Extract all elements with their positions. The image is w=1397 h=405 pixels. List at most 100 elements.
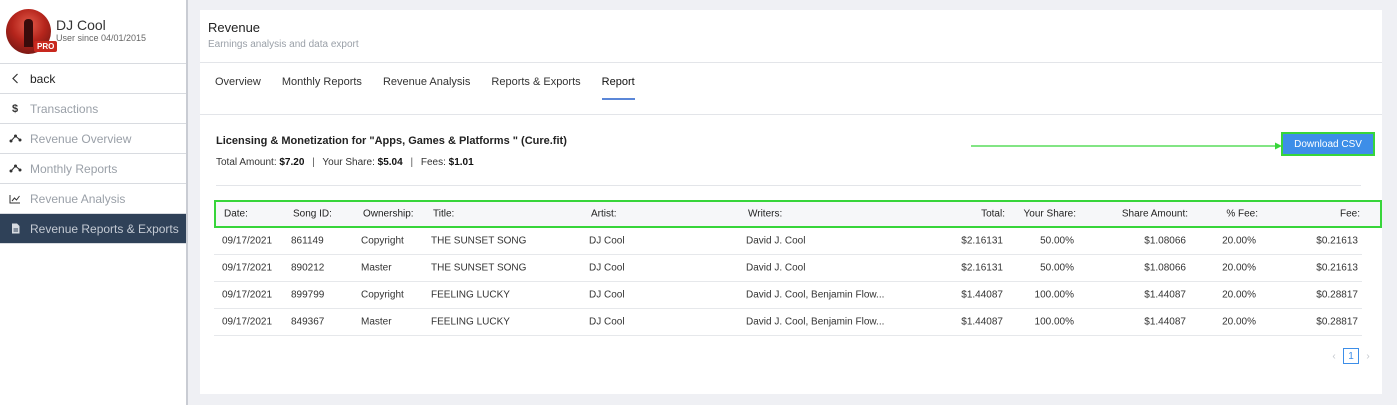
cell-title: THE SUNSET SONG [431,235,527,247]
pagination-next-button[interactable]: › [1362,351,1374,362]
your-share-value: $5.04 [377,157,403,168]
document-icon [8,223,22,234]
separator: | [312,157,315,168]
cell-artist: DJ Cool [589,235,625,247]
cell-your-share: 50.00% [1040,262,1074,274]
sidebar-item-revenue-overview[interactable]: Revenue Overview [0,124,186,154]
cell-title: FEELING LUCKY [431,316,510,328]
pro-badge: PRO [34,41,58,52]
divider [216,185,1361,186]
line-chart-icon [8,194,22,204]
cell-share-amount: $1.44087 [1144,316,1186,328]
total-amount-label: Total Amount: [216,157,277,168]
sidebar-item-label: Monthly Reports [30,161,118,176]
pagination-page-1[interactable]: 1 [1343,348,1359,364]
cell-writers: David J. Cool [746,262,806,274]
tab-monthly-reports[interactable]: Monthly Reports [282,76,362,100]
cell-share-amount: $1.08066 [1144,262,1186,274]
cell-pct-fee: 20.00% [1222,235,1256,247]
cell-song-id: 890212 [291,262,325,274]
table-row: 09/17/2021 890212 Master THE SUNSET SONG… [214,255,1362,282]
back-button[interactable]: back [0,64,186,94]
page-subtitle: Earnings analysis and data export [208,39,359,50]
header-writers[interactable]: Writers: [748,209,782,220]
cell-your-share: 100.00% [1034,289,1074,301]
report-table: Date: Song ID: Ownership: Title: Artist:… [214,200,1382,336]
cell-ownership: Copyright [361,289,404,301]
cell-fee: $0.28817 [1316,289,1358,301]
cell-ownership: Master [361,262,392,274]
table-row: 09/17/2021 849367 Master FEELING LUCKY D… [214,309,1362,336]
cell-artist: DJ Cool [589,289,625,301]
header-title[interactable]: Title: [433,209,454,220]
header-song-id[interactable]: Song ID: [293,209,332,220]
cell-share-amount: $1.44087 [1144,289,1186,301]
cell-pct-fee: 20.00% [1222,316,1256,328]
cell-share-amount: $1.08066 [1144,235,1186,247]
sidebar-item-revenue-analysis[interactable]: Revenue Analysis [0,184,186,214]
divider [200,62,1382,63]
cell-ownership: Master [361,316,392,328]
cell-title: FEELING LUCKY [431,289,510,301]
separator: | [410,157,414,168]
cell-ownership: Copyright [361,235,404,247]
dollar-icon: $ [11,102,19,115]
tab-report[interactable]: Report [601,76,635,100]
header-total[interactable]: Total: [981,209,1005,220]
table-header: Date: Song ID: Ownership: Title: Artist:… [214,200,1382,228]
tab-reports-exports[interactable]: Reports & Exports [491,76,580,100]
cell-date: 09/17/2021 [222,235,273,247]
chevron-left-icon [8,73,22,84]
header-your-share[interactable]: Your Share: [1024,209,1076,220]
cell-writers: David J. Cool, Benjamin Flow... [746,289,885,301]
fees-value: $1.01 [448,157,474,168]
header-share-amount[interactable]: Share Amount: [1122,209,1188,220]
annotation-arrow-icon [971,142,1282,150]
total-amount-value: $7.20 [279,157,305,168]
sidebar-item-monthly-reports[interactable]: Monthly Reports [0,154,186,184]
user-name: DJ Cool [56,17,106,33]
header-fee[interactable]: Fee: [1340,209,1360,220]
pagination-prev-button[interactable]: ‹ [1328,351,1340,362]
cell-writers: David J. Cool, Benjamin Flow... [746,316,885,328]
sidebar-item-label: Revenue Overview [30,131,132,146]
sidebar: PRO DJ Cool User since 04/01/2015 back $… [0,0,188,405]
report-title: Licensing & Monetization for "Apps, Game… [216,135,567,147]
sidebar-item-revenue-reports-exports[interactable]: Revenue Reports & Exports [0,214,186,244]
table-row: 09/17/2021 899799 Copyright FEELING LUCK… [214,282,1362,309]
tab-bar: Overview Monthly Reports Revenue Analysi… [215,76,656,100]
cell-song-id: 861149 [291,235,324,247]
cell-fee: $0.21613 [1316,235,1358,247]
cell-artist: DJ Cool [589,262,625,274]
cell-date: 09/17/2021 [222,289,273,301]
fees-label: Fees: [420,157,446,168]
cell-artist: DJ Cool [589,316,625,328]
cell-date: 09/17/2021 [222,316,273,328]
pagination: ‹ 1 › [1328,348,1374,364]
header-date[interactable]: Date: [224,209,248,220]
download-csv-button[interactable]: Download CSV [1281,132,1375,156]
header-artist[interactable]: Artist: [591,209,617,220]
user-profile: PRO DJ Cool User since 04/01/2015 [0,0,186,64]
page-title: Revenue [208,20,261,35]
cell-your-share: 100.00% [1034,316,1074,328]
back-label: back [30,71,56,86]
cell-your-share: 50.00% [1040,235,1074,247]
cell-pct-fee: 20.00% [1222,262,1256,274]
header-pct-fee[interactable]: % Fee: [1226,209,1258,220]
header-ownership[interactable]: Ownership: [363,209,414,220]
cell-fee: $0.28817 [1316,316,1358,328]
nodes-icon [8,163,22,174]
your-share-label: Your Share: [322,157,375,168]
cell-total: $1.44087 [961,316,1003,328]
cell-song-id: 899799 [291,289,325,301]
cell-fee: $0.21613 [1316,262,1358,274]
main-panel: Revenue Earnings analysis and data expor… [200,10,1382,394]
cell-pct-fee: 20.00% [1222,289,1256,301]
cell-title: THE SUNSET SONG [431,262,527,274]
tab-overview[interactable]: Overview [215,76,261,100]
sidebar-item-transactions[interactable]: $ Transactions [0,94,186,124]
cell-total: $2.16131 [961,262,1003,274]
tab-revenue-analysis[interactable]: Revenue Analysis [383,76,470,100]
sidebar-item-label: Revenue Reports & Exports [30,221,179,236]
